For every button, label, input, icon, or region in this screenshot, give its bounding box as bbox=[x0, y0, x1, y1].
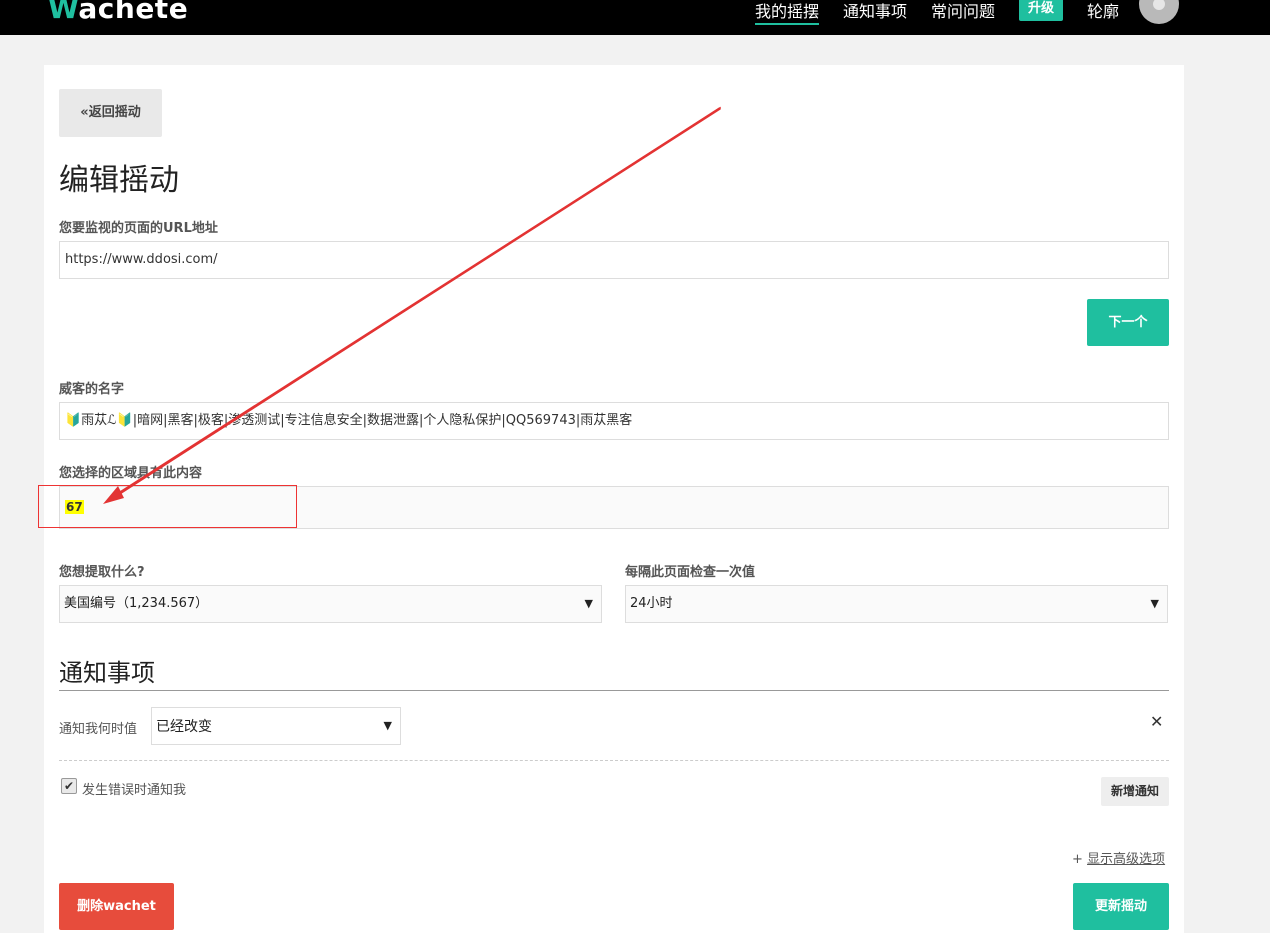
notify-condition-value: 已经改变 bbox=[156, 719, 212, 735]
interval-value: 24小时 bbox=[630, 596, 673, 611]
delete-wachet-button[interactable]: 删除wachet bbox=[59, 883, 174, 930]
notifications-section-title: 通知事项 bbox=[59, 659, 155, 687]
upgrade-button[interactable]: 升级 bbox=[1019, 0, 1063, 21]
section-divider bbox=[59, 690, 1169, 691]
dropdown-arrow-icon: ▼ bbox=[584, 597, 593, 610]
nav-my-wachets[interactable]: 我的摇摆 bbox=[755, 0, 820, 25]
notify-when-label: 通知我何时值 bbox=[59, 722, 138, 737]
back-to-wachets-button[interactable]: «返回摇动 bbox=[59, 89, 162, 137]
dropdown-arrow-icon: ▼ bbox=[383, 719, 392, 732]
update-wachet-button[interactable]: 更新摇动 bbox=[1073, 883, 1169, 930]
nav-notifications[interactable]: 通知事项 bbox=[843, 0, 907, 22]
show-advanced-options-link[interactable]: + 显示高级选项 bbox=[1072, 848, 1165, 867]
wachet-name-input[interactable]: 🔰雨苁ℒ🔰|暗网|黑客|极客|渗透测试|专注信息安全|数据泄露|个人隐私保护|Q… bbox=[59, 402, 1169, 440]
nav-faq[interactable]: 常问问题 bbox=[931, 0, 995, 22]
remove-notification-icon[interactable]: ✕ bbox=[1150, 712, 1163, 731]
url-label: 您要监视的页面的URL地址 bbox=[59, 221, 218, 236]
notify-on-error-checkbox[interactable]: ✔ bbox=[61, 778, 77, 794]
page-title: 编辑摇动 bbox=[59, 163, 179, 198]
dropdown-arrow-icon: ▼ bbox=[1150, 597, 1159, 610]
user-avatar-icon[interactable] bbox=[1139, 0, 1179, 24]
notification-divider bbox=[59, 760, 1169, 761]
annotation-highlight-box bbox=[38, 485, 297, 528]
content-label: 您选择的区域具有此内容 bbox=[59, 466, 203, 481]
wachete-logo[interactable]: Wachete bbox=[48, 0, 188, 25]
add-notification-button[interactable]: 新增通知 bbox=[1101, 777, 1169, 806]
url-input[interactable]: https://www.ddosi.com/ bbox=[59, 241, 1169, 279]
extract-type-value: 美国编号（1,234.567） bbox=[64, 596, 209, 611]
interval-label: 每隔此页面检查一次值 bbox=[625, 565, 756, 580]
interval-select[interactable]: 24小时 ▼ bbox=[625, 585, 1168, 623]
notify-condition-select[interactable]: 已经改变 ▼ bbox=[151, 707, 401, 745]
notify-on-error-label: 发生错误时通知我 bbox=[82, 783, 187, 798]
next-button[interactable]: 下一个 bbox=[1087, 299, 1169, 346]
top-navigation-bar: Wachete 我的摇摆 通知事项 常问问题 升级 轮廓 bbox=[0, 0, 1270, 35]
nav-profile[interactable]: 轮廓 bbox=[1087, 0, 1119, 22]
extract-label: 您想提取什么? bbox=[59, 565, 145, 580]
extract-type-select[interactable]: 美国编号（1,234.567） ▼ bbox=[59, 585, 602, 623]
name-label: 威客的名字 bbox=[59, 382, 125, 397]
